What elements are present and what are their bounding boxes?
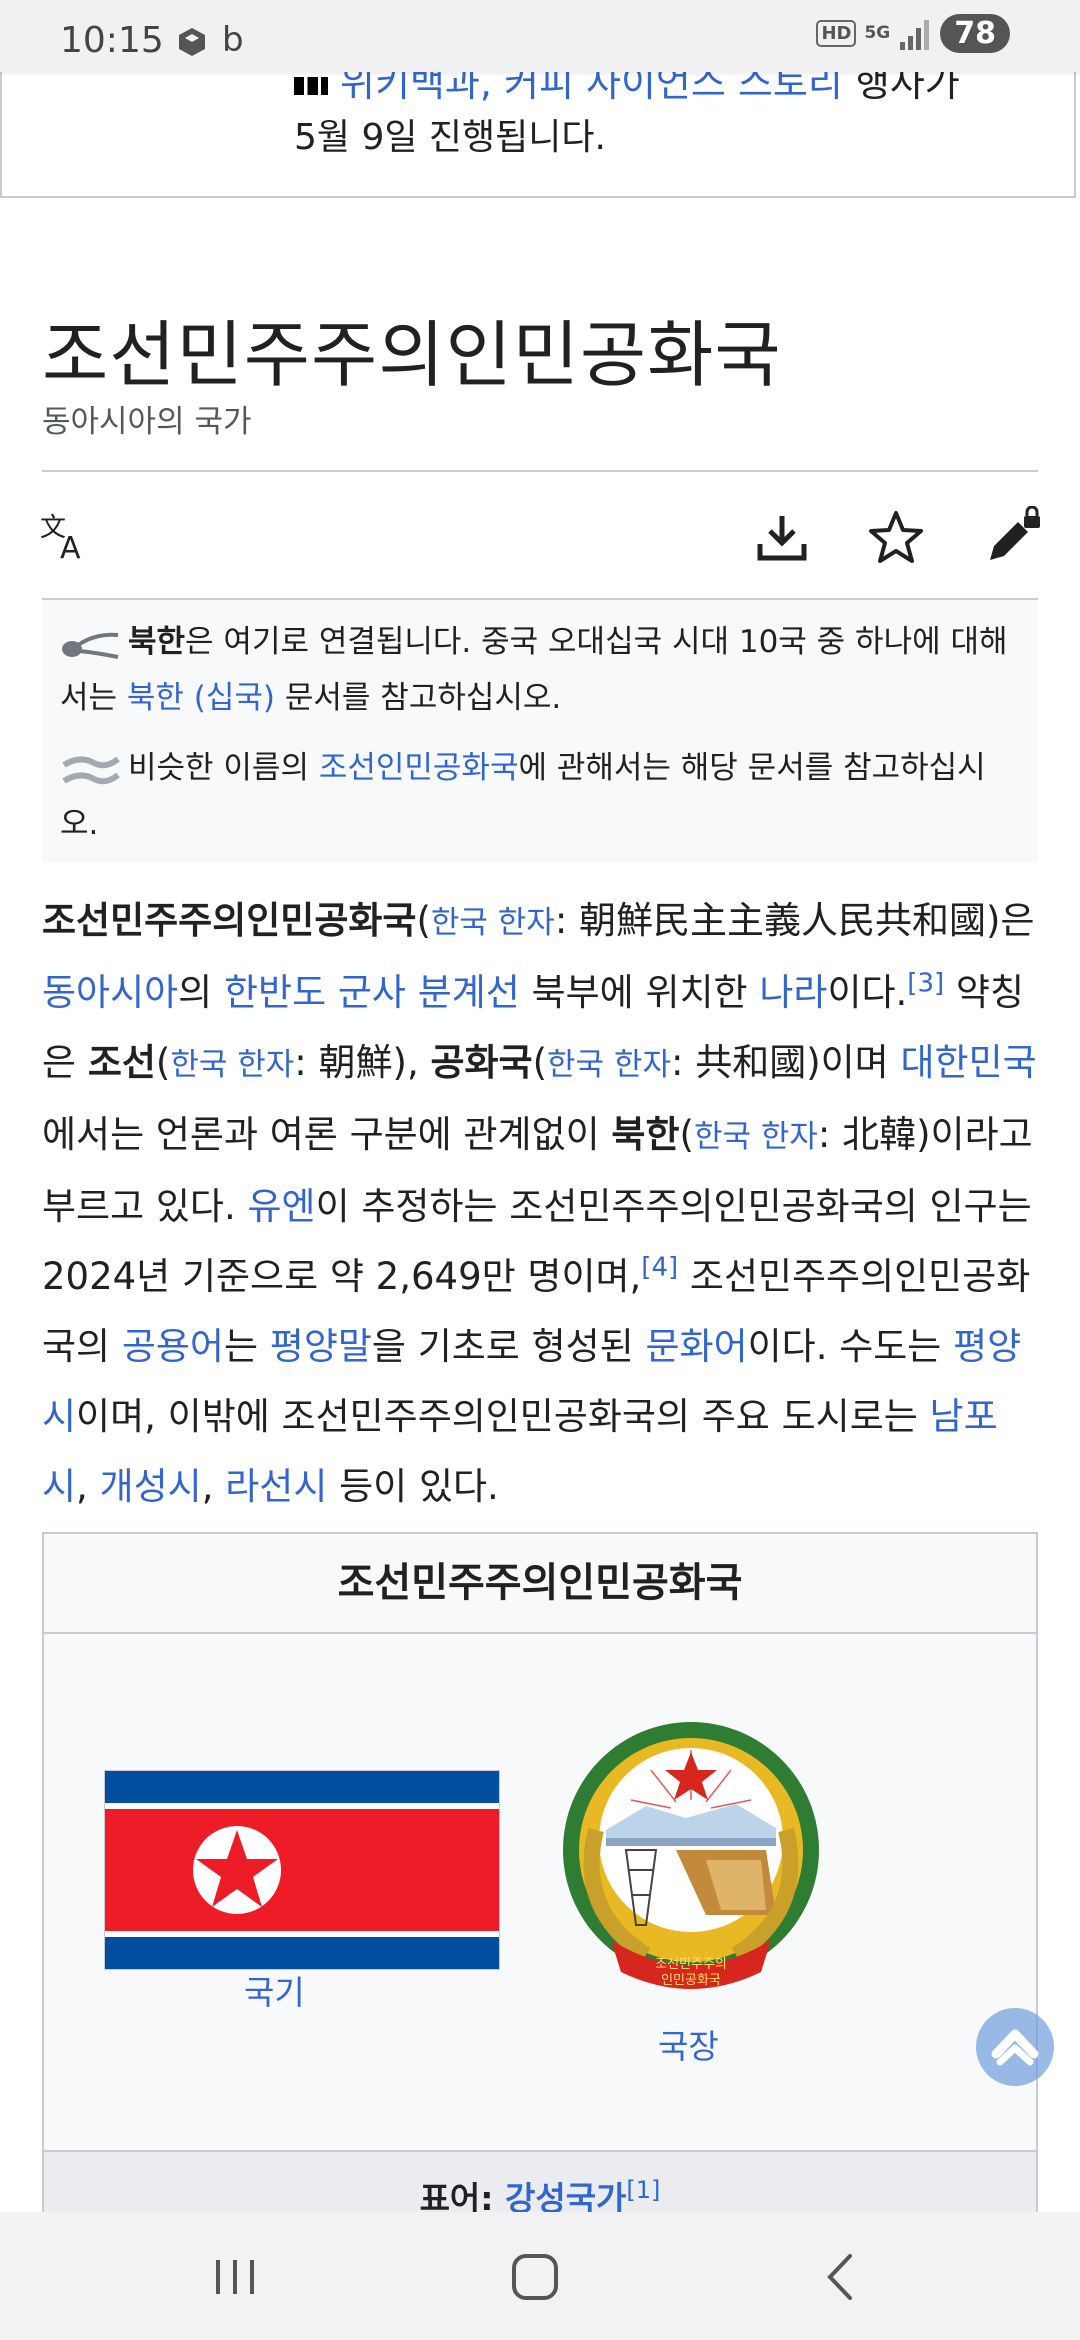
national-emblem-image[interactable]: 조선민주주의 인민공화국 — [556, 1710, 826, 2010]
system-navigation-bar — [0, 2212, 1080, 2340]
hd-voice-icon: HD — [816, 20, 857, 47]
text: , — [76, 1465, 100, 1508]
text: ( — [155, 1041, 171, 1084]
link-dmz[interactable]: 한반도 군사 분계선 — [224, 971, 520, 1014]
lead-paragraph: 조선민주주의인민공화국(한국 한자: 朝鮮民主主義人民共和國)은 동아시아의 한… — [42, 886, 1042, 1522]
scroll-to-top-button[interactable] — [976, 2008, 1054, 2086]
text: 에서는 언론과 여론 구분에 관계없이 — [42, 1113, 612, 1156]
text: 북부에 위치한 — [519, 971, 760, 1014]
redirect-icon — [62, 632, 119, 659]
status-time: 10:15 — [60, 20, 164, 61]
disambiguation-icon — [62, 756, 120, 784]
text: 등이 있다. — [327, 1465, 499, 1508]
status-bar: 10:15 b HD 5G 78 — [0, 0, 1080, 72]
infobox: 조선민주주의인민공화국 국기 조선민주주의 인민공화국 국장 표어: 강성국가[… — [42, 1532, 1038, 2254]
link-hanja[interactable]: 한국 한자 — [431, 905, 555, 941]
banner-bullet-icon — [294, 76, 328, 95]
star-icon[interactable] — [866, 508, 926, 568]
text: 는 — [223, 1325, 270, 1368]
emblem-inscription-line-2: 인민공화국 — [661, 1973, 721, 1988]
hatnote-link[interactable]: 북한 (십국) — [127, 680, 275, 716]
recent-apps-icon[interactable] — [200, 2242, 270, 2312]
link-un[interactable]: 유엔 — [247, 1185, 315, 1228]
banner-line-2: 5월 9일 진행됩니다. — [294, 117, 606, 158]
back-icon[interactable] — [806, 2242, 876, 2312]
text: : 朝鮮), — [294, 1041, 431, 1084]
text: : 共和國)이며 — [670, 1041, 901, 1084]
divider — [42, 470, 1038, 472]
emblem-caption-link[interactable]: 국장 — [658, 2020, 719, 2068]
link-east-asia[interactable]: 동아시아 — [42, 971, 178, 1014]
text: : 朝鮮民主主義人民共和國)은 — [554, 899, 1035, 942]
hatnote-link[interactable]: 조선인민공화국 — [319, 750, 519, 786]
infobox-title: 조선민주주의인민공화국 — [44, 1534, 1036, 1634]
bold-term: 조선민주주의인민공화국 — [42, 899, 417, 942]
home-icon[interactable] — [500, 2242, 570, 2312]
network-5g-icon: 5G — [864, 23, 891, 43]
hatnote-disambiguation: 비슷한 이름의 조선인민공화국에 관해서는 해당 문서를 참고하십시오. — [60, 740, 1020, 852]
link-hanja[interactable]: 한국 한자 — [694, 1119, 818, 1155]
bold-term: 조선 — [87, 1041, 156, 1084]
page-title: 조선민주주의인민공화국 — [42, 313, 782, 397]
emblem-inscription-line-1: 조선민주주의 — [655, 1957, 727, 1972]
reference-4[interactable]: [4] — [641, 1253, 678, 1283]
text: ( — [416, 899, 431, 942]
text: 을 기초로 형성된 — [371, 1325, 646, 1368]
app-notification-icon — [179, 28, 205, 56]
link-hanja[interactable]: 한국 한자 — [547, 1047, 671, 1083]
hatnote-redirect: 북한은 여기로 연결됩니다. 중국 오대십국 시대 10국 중 하나에 대해서는… — [60, 614, 1020, 726]
notification-letter: b — [222, 20, 244, 60]
text: , — [201, 1465, 226, 1508]
translate-icon[interactable]: 文 A — [38, 508, 98, 568]
bold-term: 공화국 — [430, 1041, 533, 1084]
download-icon[interactable] — [752, 508, 812, 568]
reference-3[interactable]: [3] — [907, 969, 944, 999]
link-rason[interactable]: 라선시 — [225, 1465, 327, 1508]
link-hanja[interactable]: 한국 한자 — [170, 1047, 294, 1083]
text: ( — [679, 1113, 694, 1156]
reference-1[interactable]: [1] — [626, 2176, 660, 2204]
link-south-korea[interactable]: 대한민국 — [900, 1041, 1036, 1084]
hatnote-box: 북한은 여기로 연결됩니다. 중국 오대십국 시대 10국 중 하나에 대해서는… — [42, 600, 1038, 862]
status-indicators: HD 5G 78 — [816, 14, 1010, 53]
text: ( — [532, 1041, 548, 1084]
hatnote-text: 문서를 참고하십시오. — [275, 680, 562, 716]
hatnote-text: 비슷한 이름의 — [128, 750, 319, 786]
page-subtitle: 동아시아의 국가 — [42, 404, 252, 440]
edit-lock-icon[interactable] — [984, 506, 1044, 566]
battery-icon: 78 — [940, 14, 1010, 53]
signal-icon — [900, 19, 930, 50]
link-country[interactable]: 나라 — [759, 971, 827, 1014]
link-munhwaeo[interactable]: 문화어 — [645, 1325, 747, 1368]
text: 의 — [178, 971, 224, 1014]
chevron-up-icon — [991, 2029, 1039, 2066]
flag-caption-link[interactable]: 국기 — [244, 1966, 305, 2014]
bold-term: 북한 — [611, 1113, 680, 1156]
link-kaesong[interactable]: 개성시 — [100, 1465, 202, 1508]
svg-text:A: A — [60, 531, 81, 566]
link-official-language[interactable]: 공용어 — [122, 1325, 224, 1368]
text: 이다. — [827, 971, 908, 1014]
hatnote-bold-term: 북한 — [128, 624, 186, 660]
national-flag-image[interactable] — [104, 1770, 500, 1970]
text: 이며, 이밖에 조선민주주의인민공화국의 주요 도시로는 — [76, 1395, 930, 1438]
text: 이다. 수도는 — [747, 1325, 954, 1368]
link-pyongyang-dialect[interactable]: 평양말 — [270, 1325, 372, 1368]
